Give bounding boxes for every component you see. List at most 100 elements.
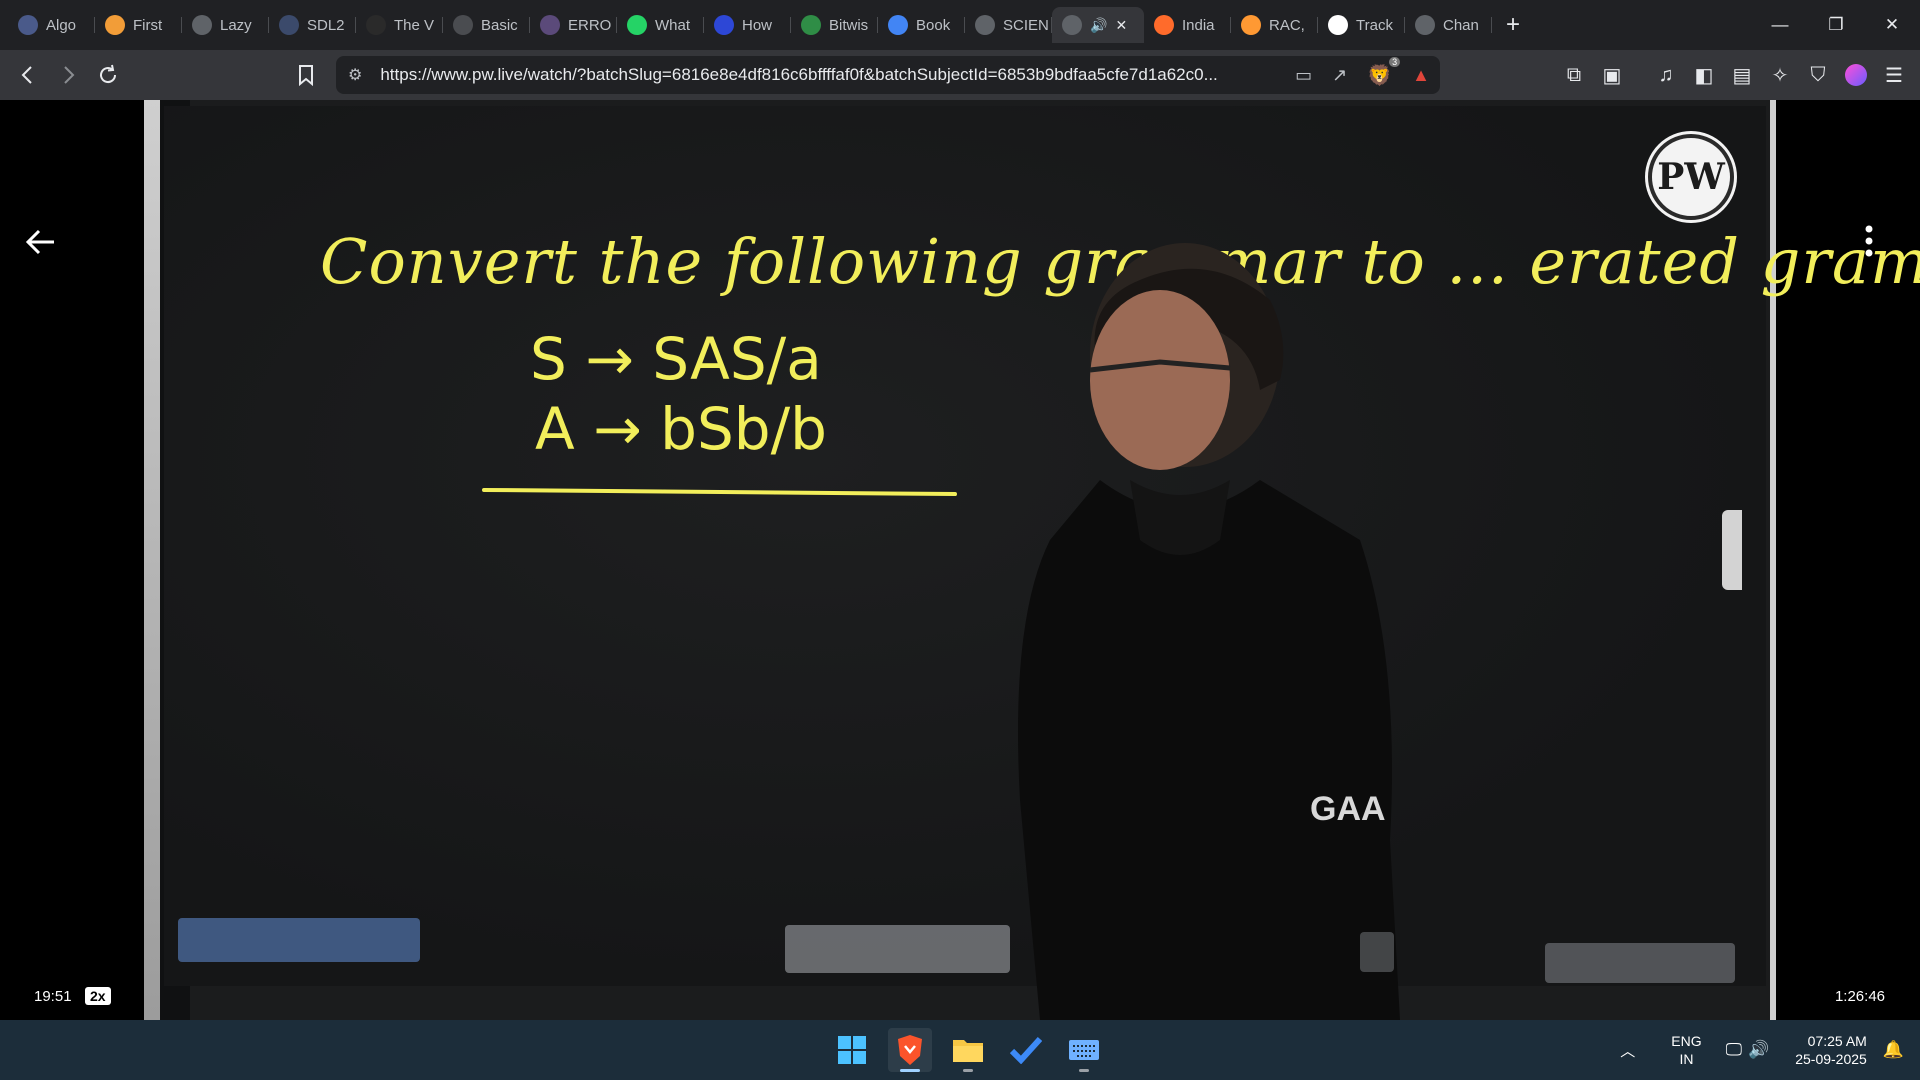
taskbar-brave[interactable] bbox=[888, 1028, 932, 1072]
current-time: 19:51 bbox=[34, 988, 72, 1005]
browser-tab[interactable]: RAC, bbox=[1231, 7, 1318, 43]
browser-tab[interactable]: What bbox=[617, 7, 704, 43]
browser-tab[interactable]: The V bbox=[356, 7, 443, 43]
taskbar-todo[interactable] bbox=[1004, 1028, 1048, 1072]
site-settings-icon[interactable]: ⚙ bbox=[348, 65, 362, 85]
forward-button[interactable] bbox=[48, 55, 88, 95]
board-pen-toolbar bbox=[785, 925, 1010, 973]
minimize-button[interactable]: — bbox=[1752, 0, 1808, 50]
browser-tab[interactable]: 🔊 ✕ bbox=[1052, 7, 1144, 43]
network-volume-icons[interactable]: 🖵🔊 bbox=[1726, 1040, 1776, 1060]
pw-logo: PW bbox=[1648, 134, 1734, 220]
taskbar-touch-keyboard[interactable] bbox=[1062, 1028, 1106, 1072]
board-panel-button bbox=[1360, 932, 1394, 972]
chevron-right-icon bbox=[64, 66, 75, 84]
generic-icon bbox=[453, 15, 473, 35]
reader-mode-icon[interactable]: ▣ bbox=[1596, 59, 1628, 91]
gate-icon bbox=[105, 15, 125, 35]
browser-tab[interactable]: SDL2 bbox=[269, 7, 356, 43]
tab-label: India bbox=[1182, 16, 1215, 34]
browser-tab[interactable]: Bitwis bbox=[791, 7, 878, 43]
leo-ai-icon[interactable]: ✧ bbox=[1764, 59, 1796, 91]
share-icon[interactable]: ↗ bbox=[1332, 65, 1347, 86]
total-duration: 1:26:46 bbox=[1834, 988, 1885, 1005]
keyboard-icon bbox=[1069, 1040, 1099, 1060]
language-indicator[interactable]: ENG IN bbox=[1671, 1032, 1701, 1068]
media-icon[interactable]: ♫ bbox=[1650, 59, 1682, 91]
brave-rewards-icon[interactable]: ▲ bbox=[1412, 65, 1430, 86]
back-arrow-icon[interactable] bbox=[24, 224, 58, 269]
browser-tab[interactable]: First bbox=[95, 7, 182, 43]
browser-tab[interactable]: India bbox=[1144, 7, 1231, 43]
vpn-icon[interactable]: ⛉ bbox=[1802, 59, 1834, 91]
menu-icon[interactable]: ☰ bbox=[1878, 59, 1910, 91]
globe-icon bbox=[540, 15, 560, 35]
video-player[interactable]: Convert the following grammar to ... era… bbox=[0, 100, 1920, 1020]
globe-icon bbox=[279, 15, 299, 35]
globe-icon bbox=[192, 15, 212, 35]
running-indicator bbox=[963, 1069, 973, 1072]
profile-avatar[interactable] bbox=[1840, 59, 1872, 91]
system-tray: ︿ ENG IN 🖵🔊 07:25 AM 25-09-2025 🔔 bbox=[1620, 1020, 1920, 1080]
toolbar-divider bbox=[1634, 59, 1644, 91]
tab-audio-icon[interactable]: 🔊 bbox=[1090, 17, 1107, 34]
clock[interactable]: 07:25 AM 25-09-2025 bbox=[1795, 1032, 1867, 1068]
notifications-bell-icon[interactable]: 🔔 bbox=[1883, 1040, 1904, 1060]
browser-tab[interactable]: Lazy bbox=[182, 7, 269, 43]
tab-label: RAC, bbox=[1269, 16, 1305, 34]
address-bar[interactable]: ⚙ https://www.pw.live/watch/?batchSlug=6… bbox=[336, 56, 1440, 94]
board-line-production-s: S → SAS/a bbox=[530, 325, 822, 393]
board-nav-toolbar bbox=[1545, 943, 1735, 983]
windows-logo-icon bbox=[838, 1036, 866, 1064]
tab-label: ERRO bbox=[568, 16, 612, 34]
flag-icon bbox=[1154, 15, 1174, 35]
playback-speed-badge[interactable]: 2x bbox=[85, 987, 111, 1005]
tab-label: Bitwis bbox=[829, 16, 869, 34]
browser-tab[interactable]: ERRO bbox=[530, 7, 617, 43]
reload-icon bbox=[100, 64, 117, 84]
tab-label: First bbox=[133, 16, 163, 34]
tab-close-icon[interactable]: ✕ bbox=[1115, 17, 1127, 34]
back-button[interactable] bbox=[8, 55, 48, 95]
cast-icon[interactable]: ▭ bbox=[1295, 65, 1312, 86]
browser-tab[interactable]: Algo bbox=[8, 7, 95, 43]
globe-icon bbox=[975, 15, 995, 35]
browser-tab[interactable]: SCIEN bbox=[965, 7, 1052, 43]
taskbar-apps bbox=[830, 1028, 1106, 1072]
tab-label: Lazy bbox=[220, 16, 252, 34]
clock-time: 07:25 AM bbox=[1807, 1033, 1867, 1049]
globe-icon bbox=[1062, 15, 1082, 35]
google-icon bbox=[888, 15, 908, 35]
brave-shields-icon[interactable]: 🦁 3 bbox=[1367, 56, 1401, 88]
taskbar-file-explorer[interactable] bbox=[946, 1028, 990, 1072]
tab-label: Book bbox=[916, 16, 951, 34]
browser-tab[interactable]: Track bbox=[1318, 7, 1405, 43]
running-indicator bbox=[900, 1069, 920, 1072]
more-options-icon[interactable] bbox=[1864, 224, 1874, 264]
new-tab-button[interactable]: + bbox=[1506, 11, 1520, 39]
browser-tab[interactable]: Chan bbox=[1405, 7, 1492, 43]
amazon-icon bbox=[1328, 15, 1348, 35]
bookmark-button[interactable] bbox=[286, 55, 326, 95]
browser-tab[interactable]: Basic bbox=[443, 7, 530, 43]
start-button[interactable] bbox=[830, 1028, 874, 1072]
tab-label: Algo bbox=[46, 16, 77, 34]
browser-tab[interactable]: Book bbox=[878, 7, 965, 43]
shield-icon bbox=[714, 15, 734, 35]
region-code: IN bbox=[1679, 1051, 1694, 1067]
browser-toolbar: ⚙ https://www.pw.live/watch/?batchSlug=6… bbox=[0, 50, 1920, 100]
sidebar-icon[interactable]: ◧ bbox=[1688, 59, 1720, 91]
reload-button[interactable] bbox=[88, 55, 128, 95]
brave-icon bbox=[898, 1035, 922, 1065]
bookmark-icon bbox=[299, 65, 313, 86]
extensions-icon[interactable]: ⧉ bbox=[1558, 59, 1590, 91]
show-hidden-icons-icon[interactable]: ︿ bbox=[1620, 1040, 1635, 1061]
flag-icon bbox=[1241, 15, 1261, 35]
tab-label: SDL2 bbox=[307, 16, 345, 34]
wallet-icon[interactable]: ▤ bbox=[1726, 59, 1758, 91]
tab-label: What bbox=[655, 16, 691, 34]
close-window-button[interactable]: ✕ bbox=[1864, 0, 1920, 50]
browser-tab[interactable]: How bbox=[704, 7, 791, 43]
url-text[interactable]: https://www.pw.live/watch/?batchSlug=681… bbox=[380, 65, 1217, 85]
restore-button[interactable]: ❐ bbox=[1808, 0, 1864, 50]
